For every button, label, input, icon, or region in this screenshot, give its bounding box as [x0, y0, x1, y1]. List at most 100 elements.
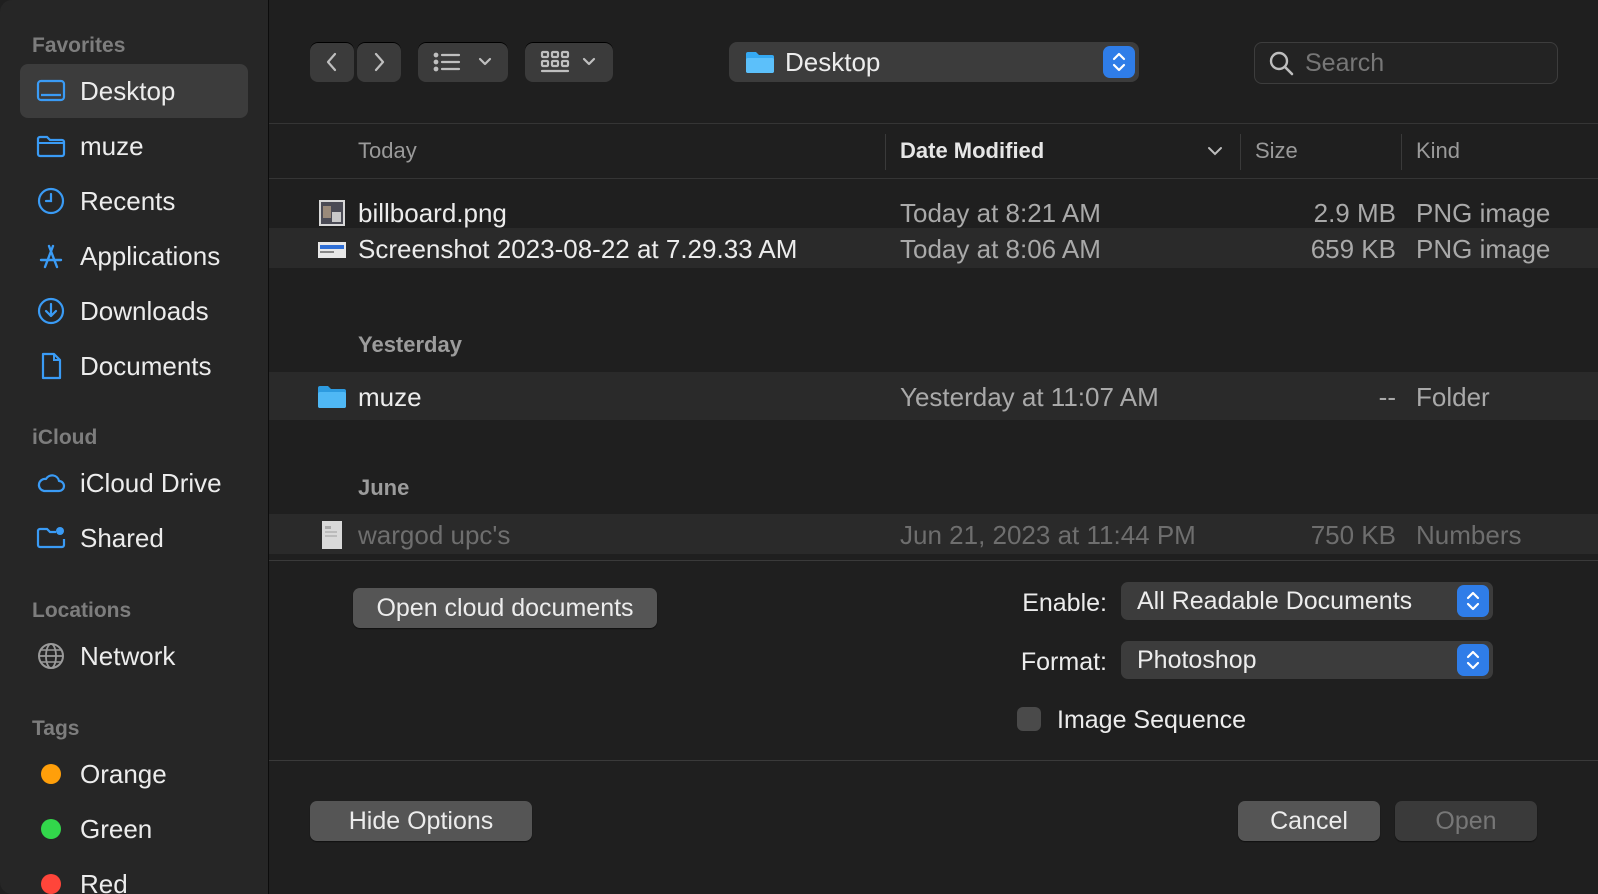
download-icon	[34, 294, 68, 328]
sidebar: Favorites Desktop muze Recents Applicati…	[0, 0, 269, 894]
file-date: Jun 21, 2023 at 11:44 PM	[900, 520, 1196, 550]
sidebar-item-downloads[interactable]: Downloads	[20, 284, 248, 338]
table-row[interactable]: muze Yesterday at 11:07 AM -- Folder	[269, 372, 1598, 420]
file-kind: PNG image	[1416, 234, 1551, 264]
cancel-button[interactable]: Cancel	[1238, 801, 1380, 841]
orange-tag-dot	[34, 757, 68, 791]
tag-dot	[41, 764, 61, 784]
sidebar-item-label: Orange	[80, 758, 167, 789]
sidebar-item-icloud-drive[interactable]: iCloud Drive	[20, 456, 248, 510]
table-row[interactable]: Screenshot 2023-08-22 at 7.29.33 AM Toda…	[269, 228, 1598, 268]
sidebar-item-muze[interactable]: muze	[20, 119, 248, 173]
format-label: Format:	[1020, 648, 1107, 676]
folder-icon	[746, 52, 774, 73]
sidebar-item-label: Network	[80, 640, 176, 671]
column-header-name[interactable]: Today	[358, 138, 417, 164]
file-kind: Numbers	[1416, 520, 1522, 550]
desktop-icon	[34, 74, 68, 108]
divider	[269, 560, 1598, 561]
red-tag-dot	[34, 867, 68, 894]
divider	[269, 123, 1598, 124]
tag-dot	[41, 874, 61, 894]
file-name: wargod upc's	[358, 520, 511, 550]
search-icon	[1269, 51, 1294, 76]
image-sequence-checkbox[interactable]	[1017, 707, 1041, 731]
sidebar-item-applications[interactable]: Applications	[20, 229, 248, 283]
locations-heading: Locations	[32, 599, 132, 622]
sidebar-item-label: Green	[80, 813, 153, 844]
sidebar-item-recents[interactable]: Recents	[20, 174, 248, 228]
sidebar-item-label: muze	[80, 130, 144, 161]
sidebar-item-label: Recents	[80, 185, 176, 216]
open-button[interactable]: Open	[1395, 801, 1537, 841]
hide-options-button[interactable]: Hide Options	[310, 801, 532, 841]
sidebar-item-documents[interactable]: Documents	[20, 339, 248, 393]
clock-icon	[34, 184, 68, 218]
sidebar-item-label: Downloads	[80, 295, 209, 326]
image-sequence-label[interactable]: Image Sequence	[1057, 706, 1246, 735]
divider	[269, 760, 1598, 761]
cloud-icon	[34, 466, 68, 500]
sidebar-item-label: Documents	[80, 350, 212, 381]
sidebar-item-label: Applications	[80, 240, 221, 271]
sidebar-item-label: Red	[80, 868, 128, 894]
enable-select[interactable]: All Readable Documents	[1121, 582, 1493, 620]
sidebar-tag-red[interactable]: Red	[20, 857, 248, 894]
file-name: billboard.png	[358, 198, 507, 228]
sort-descending-icon	[1208, 147, 1222, 156]
sidebar-tag-green[interactable]: Green	[20, 802, 248, 856]
document-icon	[34, 349, 68, 383]
column-header-kind[interactable]: Kind	[1416, 138, 1460, 164]
search-input[interactable]: Search	[1305, 49, 1384, 78]
icloud-heading: iCloud	[32, 426, 98, 449]
table-row: wargod upc's Jun 21, 2023 at 11:44 PM 75…	[269, 514, 1598, 554]
tags-heading: Tags	[32, 717, 80, 740]
grid-icon	[540, 50, 570, 73]
location-label: Desktop	[785, 46, 881, 77]
file-date: Today at 8:06 AM	[900, 234, 1101, 264]
chevron-down-icon	[582, 57, 596, 66]
file-name: muze	[358, 382, 422, 412]
group-header-yesterday: Yesterday	[358, 332, 462, 357]
applications-icon	[34, 239, 68, 273]
forward-button[interactable]	[357, 42, 401, 82]
file-size: --	[1378, 382, 1396, 412]
column-separator	[885, 134, 886, 170]
sidebar-item-network[interactable]: Network	[20, 629, 248, 683]
folder-icon	[34, 129, 68, 163]
sidebar-item-desktop[interactable]: Desktop	[20, 64, 248, 118]
back-button[interactable]	[310, 42, 354, 82]
file-kind: PNG image	[1416, 198, 1551, 228]
column-header-size[interactable]: Size	[1255, 138, 1298, 164]
group-by-button[interactable]	[525, 42, 613, 82]
chevron-left-icon	[326, 52, 337, 72]
list-icon	[433, 52, 461, 72]
location-popup[interactable]: Desktop	[729, 42, 1139, 82]
updown-icon	[1457, 585, 1489, 617]
divider	[269, 178, 1598, 179]
screenshot-thumbnail-icon	[318, 242, 346, 258]
image-thumbnail-icon	[319, 200, 345, 226]
table-row[interactable]: billboard.png Today at 8:21 AM 2.9 MB PN…	[269, 192, 1598, 232]
chevron-right-icon	[374, 52, 385, 72]
column-header-date-modified[interactable]: Date Modified	[900, 138, 1044, 164]
file-date: Yesterday at 11:07 AM	[900, 382, 1159, 412]
tag-dot	[41, 819, 61, 839]
sidebar-tag-orange[interactable]: Orange	[20, 747, 248, 801]
column-separator	[1401, 134, 1402, 170]
file-size: 659 KB	[1310, 234, 1396, 264]
list-view-button[interactable]	[418, 42, 508, 82]
folder-icon	[318, 386, 346, 408]
sidebar-item-label: Desktop	[80, 75, 176, 106]
group-header-june: June	[358, 475, 410, 500]
green-tag-dot	[34, 812, 68, 846]
open-cloud-documents-button[interactable]: Open cloud documents	[353, 588, 657, 628]
format-select[interactable]: Photoshop	[1121, 641, 1493, 679]
updown-icon	[1457, 644, 1489, 676]
file-kind: Folder	[1416, 382, 1490, 412]
column-separator	[1240, 134, 1241, 170]
search-field[interactable]: Search	[1254, 42, 1558, 84]
sidebar-item-shared[interactable]: Shared	[20, 511, 248, 565]
file-browser: Desktop Search Today Date Modified Size …	[269, 0, 1598, 894]
file-size: 2.9 MB	[1313, 198, 1396, 228]
